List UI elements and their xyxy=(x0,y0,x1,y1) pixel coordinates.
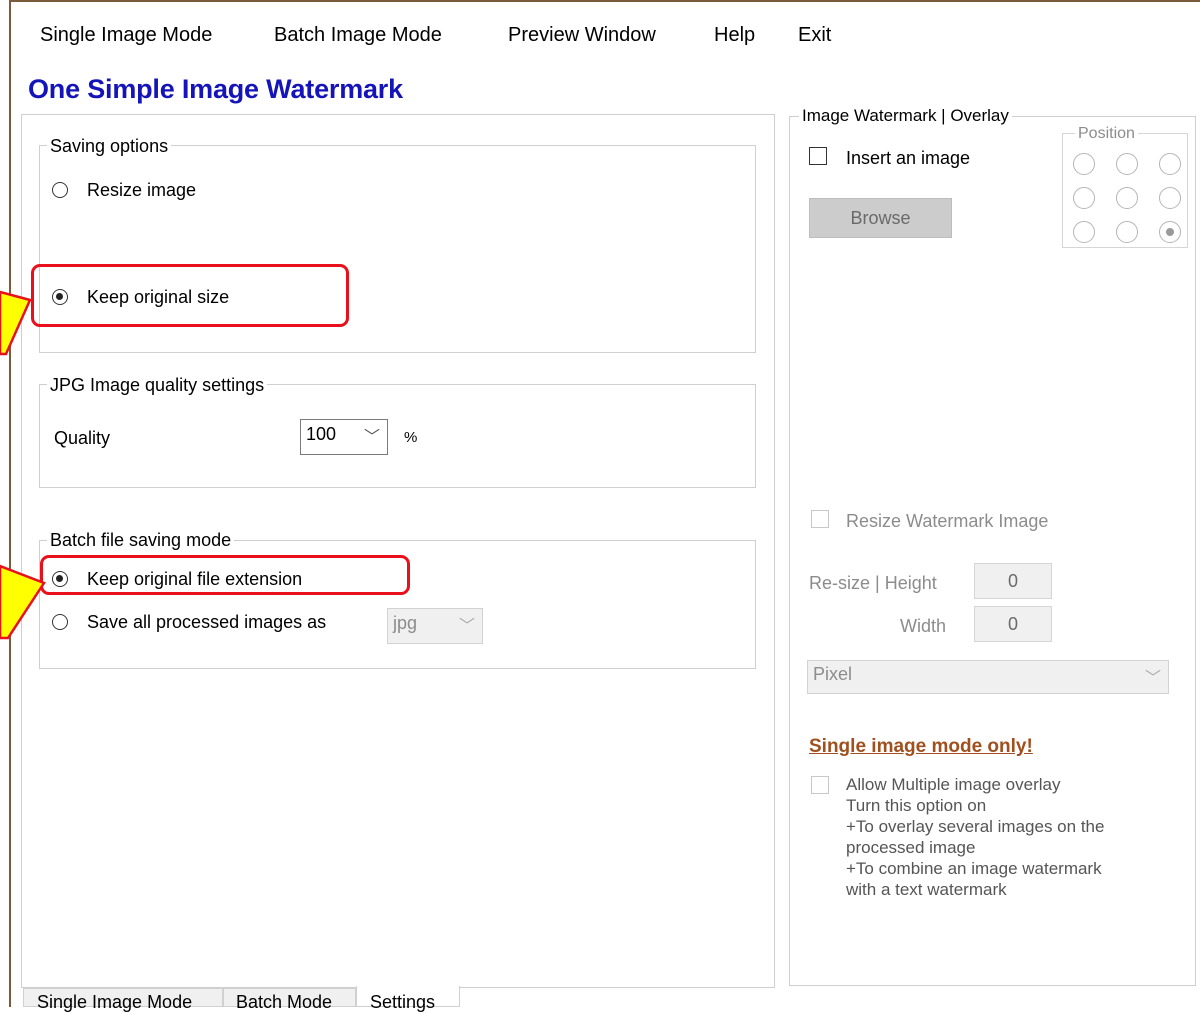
insert-image-label: Insert an image xyxy=(846,148,971,168)
chevron-down-icon: ﹀ xyxy=(363,429,380,446)
menu-bar: Single Image Mode Batch Image Mode Previ… xyxy=(11,2,1200,66)
resize-image-label: Resize image xyxy=(87,180,197,200)
quality-label: Quality xyxy=(54,428,111,448)
position-legend: Position xyxy=(1075,124,1138,144)
saving-options-legend: Saving options xyxy=(47,136,172,156)
position-radio-1[interactable] xyxy=(1073,153,1095,175)
menu-single-image-mode[interactable]: Single Image Mode xyxy=(40,24,212,47)
menu-exit[interactable]: Exit xyxy=(798,24,831,47)
format-select[interactable]: jpg ﹀ xyxy=(387,608,483,644)
note-line: +To overlay several images on the xyxy=(846,817,1105,836)
resize-watermark-label: Resize Watermark Image xyxy=(846,511,1049,531)
insert-image-checkbox[interactable] xyxy=(809,147,827,165)
resize-image-radio[interactable] xyxy=(52,182,68,198)
tab-batch-mode[interactable]: Batch Mode xyxy=(223,988,356,1012)
quality-select[interactable]: 100 ﹀ xyxy=(300,419,388,455)
chevron-down-icon: ﹀ xyxy=(1144,670,1161,687)
note-line: Turn this option on xyxy=(846,796,987,815)
resize-watermark-checkbox[interactable] xyxy=(811,510,829,528)
batch-saving-legend: Batch file saving mode xyxy=(47,530,235,550)
menu-batch-image-mode[interactable]: Batch Image Mode xyxy=(274,24,442,47)
chevron-down-icon: ﹀ xyxy=(458,618,475,635)
jpg-quality-legend: JPG Image quality settings xyxy=(47,375,268,395)
tab-single-image-mode[interactable]: Single Image Mode xyxy=(23,988,223,1012)
highlight-box-keep-extension xyxy=(40,555,410,595)
quality-value: 100 xyxy=(306,424,337,444)
single-mode-only-link[interactable]: Single image mode only! xyxy=(809,736,1033,758)
save-all-as-radio[interactable] xyxy=(52,614,68,630)
save-all-as-label: Save all processed images as xyxy=(87,612,327,632)
window-frame-left xyxy=(9,0,11,1007)
position-radio-7[interactable] xyxy=(1073,221,1095,243)
height-input[interactable]: 0 xyxy=(974,563,1052,599)
menu-preview-window[interactable]: Preview Window xyxy=(508,24,656,47)
allow-multiple-label: Allow Multiple image overlay xyxy=(846,775,1061,794)
note-line: +To combine an image watermark xyxy=(846,859,1102,878)
browse-button[interactable]: Browse xyxy=(809,198,952,238)
width-input[interactable]: 0 xyxy=(974,606,1052,642)
allow-multiple-checkbox[interactable] xyxy=(811,776,829,794)
format-value: jpg xyxy=(393,613,418,633)
highlight-box-keep-size xyxy=(31,264,349,327)
pointer-arrow-icon xyxy=(0,564,46,640)
position-radio-5[interactable] xyxy=(1116,187,1138,209)
unit-select[interactable]: Pixel ﹀ xyxy=(807,660,1169,694)
height-label: Re-size | Height xyxy=(809,573,937,593)
position-radio-3[interactable] xyxy=(1159,153,1181,175)
quality-unit: % xyxy=(404,429,418,446)
tab-settings[interactable]: Settings xyxy=(356,986,460,1012)
position-radio-8[interactable] xyxy=(1116,221,1138,243)
app-title: One Simple Image Watermark xyxy=(28,74,403,104)
jpg-quality-group xyxy=(39,384,756,488)
position-radio-9[interactable] xyxy=(1159,221,1181,243)
unit-value: Pixel xyxy=(813,664,853,684)
pointer-arrow-icon xyxy=(0,290,32,356)
position-radio-4[interactable] xyxy=(1073,187,1095,209)
menu-help[interactable]: Help xyxy=(714,24,755,47)
note-line: processed image xyxy=(846,838,976,857)
image-watermark-legend: Image Watermark | Overlay xyxy=(799,106,1012,126)
position-radio-6[interactable] xyxy=(1159,187,1181,209)
note-line: with a text watermark xyxy=(846,880,1007,899)
position-radio-2[interactable] xyxy=(1116,153,1138,175)
width-label: Width xyxy=(900,616,947,636)
